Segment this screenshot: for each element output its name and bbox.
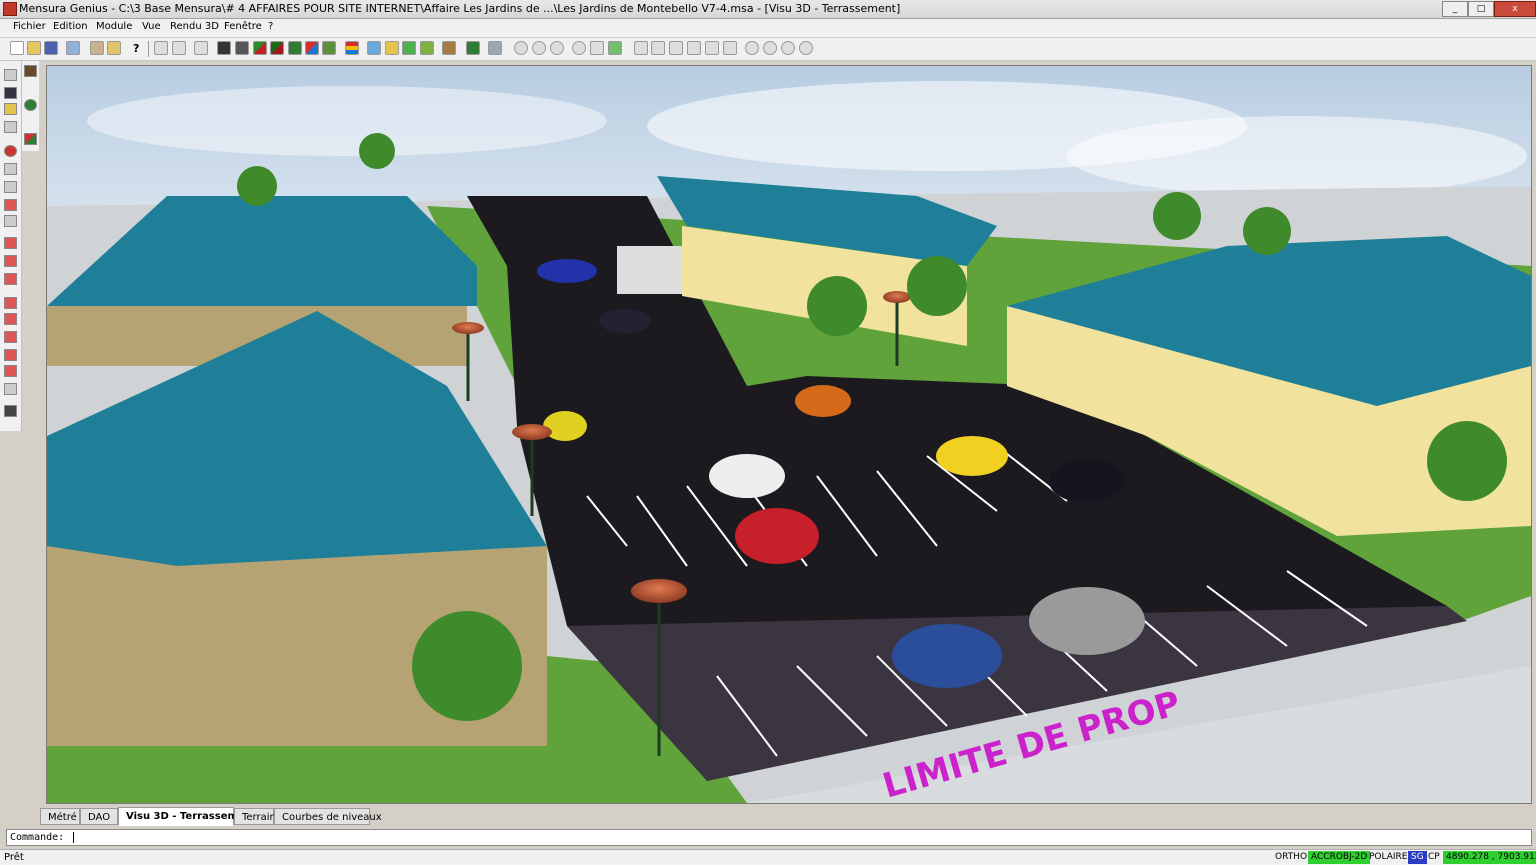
split-icon[interactable]	[4, 297, 17, 309]
terrain-icon[interactable]	[367, 41, 381, 55]
map-icon[interactable]	[420, 41, 434, 55]
light-icon[interactable]	[385, 41, 399, 55]
layout-icon[interactable]	[172, 41, 186, 55]
render-mode-4-icon[interactable]	[305, 41, 319, 55]
zoom-window-icon[interactable]	[550, 41, 564, 55]
menu-help[interactable]: ?	[268, 21, 273, 32]
extend-icon[interactable]	[4, 365, 17, 377]
menu-edition[interactable]: Edition	[53, 21, 88, 32]
render-mode-2-icon[interactable]	[270, 41, 284, 55]
sphere-3-icon[interactable]	[781, 41, 795, 55]
save-view-icon[interactable]	[4, 87, 17, 99]
app-icon	[3, 2, 17, 16]
image-icon[interactable]	[4, 121, 17, 133]
wireframe-icon[interactable]	[217, 41, 231, 55]
status-text: Prêt	[4, 852, 24, 863]
palette-icon[interactable]	[345, 41, 359, 55]
toolbar-separator	[148, 41, 149, 57]
view-iso-icon[interactable]	[705, 41, 719, 55]
tab-visu-3d-terrassement[interactable]: Visu 3D - Terrassement	[118, 807, 257, 826]
3d-viewport[interactable]: LIMITE DE PROP	[46, 65, 1532, 804]
view-side-icon[interactable]	[669, 41, 683, 55]
command-caret	[73, 831, 75, 843]
title-bar: Mensura Genius - C:\3 Base Mensura\# 4 A…	[0, 0, 1536, 19]
zoom-in-icon[interactable]	[514, 41, 528, 55]
open-folder-icon[interactable]	[27, 41, 41, 55]
minimize-button[interactable]: _	[1442, 1, 1468, 17]
window-icon[interactable]	[154, 41, 168, 55]
coordinates-readout: 4890.278 , 7903.912	[1443, 851, 1536, 864]
offset-icon[interactable]	[4, 331, 17, 343]
menu-fichier[interactable]: Fichier	[13, 21, 46, 32]
menu-fenetre[interactable]: Fenêtre	[224, 21, 262, 32]
print-icon[interactable]	[66, 41, 80, 55]
secondary-left-toolbar	[22, 61, 39, 151]
orbit-icon[interactable]	[608, 41, 622, 55]
zoom-extents-icon[interactable]	[572, 41, 586, 55]
panel-icon[interactable]	[194, 41, 208, 55]
grid-icon[interactable]	[235, 41, 249, 55]
view-back-icon[interactable]	[687, 41, 701, 55]
polyline-3-icon[interactable]	[4, 273, 17, 285]
sphere-2-icon[interactable]	[763, 41, 777, 55]
command-line[interactable]: Commande:	[6, 829, 1532, 846]
sphere-4-icon[interactable]	[799, 41, 813, 55]
3d-scene[interactable]: LIMITE DE PROP	[47, 66, 1531, 803]
tab-courbes-de-niveaux[interactable]: Courbes de niveaux	[274, 808, 382, 825]
menu-vue[interactable]: Vue	[142, 21, 161, 32]
save-icon[interactable]	[44, 41, 58, 55]
polaire-toggle[interactable]: POLAIRE	[1366, 851, 1410, 864]
material-icon[interactable]	[24, 133, 37, 145]
menu-bar: Fichier Edition Module Vue Rendu 3D Fenê…	[0, 19, 1536, 51]
target-icon[interactable]	[4, 145, 17, 157]
sg-toggle[interactable]: SG	[1408, 851, 1427, 864]
tab-terrain[interactable]: Terrain	[234, 808, 276, 825]
left-toolbar	[0, 61, 22, 431]
move-icon[interactable]	[4, 181, 17, 193]
pan-icon[interactable]	[590, 41, 604, 55]
hammer-icon[interactable]	[442, 41, 456, 55]
trim-icon[interactable]	[4, 349, 17, 361]
object-icon[interactable]	[24, 65, 37, 77]
main-toolbar: ?	[0, 38, 1536, 61]
status-bar: Prêt ORTHO ACCROBJ-2D POLAIRE SG CP 4890…	[0, 849, 1536, 865]
sphere-1-icon[interactable]	[745, 41, 759, 55]
cp-toggle[interactable]: CP	[1425, 851, 1443, 864]
curve-icon[interactable]	[4, 199, 17, 211]
command-prompt: Commande:	[10, 832, 65, 843]
ortho-toggle[interactable]: ORTHO	[1272, 851, 1310, 864]
node-icon[interactable]	[4, 163, 17, 175]
home-icon[interactable]	[107, 41, 121, 55]
accrobj-toggle[interactable]: ACCROBJ-2D	[1308, 851, 1371, 864]
layers-icon[interactable]	[4, 405, 17, 417]
window-title: Mensura Genius - C:\3 Base Mensura\# 4 A…	[19, 2, 901, 15]
cube-icon[interactable]	[4, 69, 17, 81]
menu-rendu-3d[interactable]: Rendu 3D	[170, 21, 219, 32]
polyline-1-icon[interactable]	[4, 237, 17, 249]
comment-icon[interactable]	[4, 215, 17, 227]
camera-icon[interactable]	[488, 41, 502, 55]
tree-tool-icon[interactable]	[24, 99, 37, 111]
erase-icon[interactable]	[4, 383, 17, 395]
folder-icon[interactable]	[4, 103, 17, 115]
tree-icon[interactable]	[402, 41, 416, 55]
help-icon[interactable]: ?	[133, 42, 139, 55]
render-mode-1-icon[interactable]	[253, 41, 267, 55]
tab-metre[interactable]: Métré	[40, 808, 80, 825]
view-top-icon[interactable]	[634, 41, 648, 55]
zoom-out-icon[interactable]	[532, 41, 546, 55]
menu-module[interactable]: Module	[96, 21, 132, 32]
properties-icon[interactable]	[90, 41, 104, 55]
tab-dao[interactable]: DAO	[80, 808, 118, 825]
view-iso-2-icon[interactable]	[723, 41, 737, 55]
texture-icon[interactable]	[322, 41, 336, 55]
join-icon[interactable]	[4, 313, 17, 325]
maximize-button[interactable]: □	[1468, 1, 1494, 17]
new-file-icon[interactable]	[10, 41, 24, 55]
vegetation-icon[interactable]	[466, 41, 480, 55]
polyline-2-icon[interactable]	[4, 255, 17, 267]
close-button[interactable]: x	[1494, 1, 1536, 17]
view-front-icon[interactable]	[651, 41, 665, 55]
render-mode-3-icon[interactable]	[288, 41, 302, 55]
